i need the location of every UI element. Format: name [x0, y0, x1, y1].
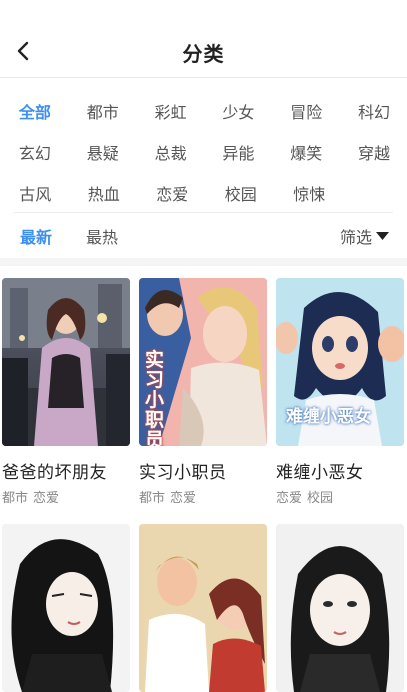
category-comedy[interactable]: 爆笑: [271, 140, 339, 164]
category-row: 古风 热血 恋爱 校园 惊悚: [0, 172, 407, 213]
comic-tags: 都市 恋爱: [139, 487, 267, 506]
header-bar: 分类: [0, 0, 407, 78]
comic-tag: 恋爱: [276, 491, 303, 506]
page-title: 分类: [182, 42, 225, 66]
comic-tag: 校园: [307, 491, 334, 506]
category-scifi[interactable]: 科幻: [339, 99, 407, 123]
comic-tag: 都市: [139, 491, 166, 506]
comic-cover-image: [276, 524, 404, 692]
category-time-travel[interactable]: 穿越: [339, 140, 407, 164]
filter-label: 筛选: [339, 228, 372, 247]
cover-illustration: [276, 524, 404, 692]
comic-title: 难缠小恶女: [276, 463, 364, 483]
comic-cover-image: 难缠小恶女: [276, 278, 404, 446]
comic-card[interactable]: [276, 524, 404, 692]
sort-hottest[interactable]: 最热: [86, 224, 118, 248]
sort-latest[interactable]: 最新: [20, 224, 52, 248]
comic-card[interactable]: [139, 524, 267, 692]
category-row: 玄幻 悬疑 总裁 异能 爆笑 穿越: [0, 131, 407, 172]
category-fantasy[interactable]: 玄幻: [0, 140, 68, 164]
category-adventure[interactable]: 冒险: [271, 99, 339, 123]
filter-button[interactable]: 筛选: [340, 224, 389, 248]
comic-title: 爸爸的坏朋友: [2, 463, 107, 483]
section-separator: [0, 258, 407, 266]
comic-card[interactable]: 实习小职员 实习小职员 都市 恋爱: [139, 278, 267, 506]
category-mystery[interactable]: 悬疑: [68, 140, 136, 164]
cover-illustration: [139, 524, 267, 692]
cover-illustration: [2, 524, 130, 692]
category-campus[interactable]: 校园: [206, 181, 275, 205]
comic-tag: 恋爱: [33, 491, 60, 506]
comic-card[interactable]: [2, 524, 130, 692]
category-urban[interactable]: 都市: [68, 99, 136, 123]
comic-tag: 恋爱: [170, 491, 197, 506]
comic-card[interactable]: 爸爸的坏朋友 都市 恋爱: [2, 278, 130, 506]
divider: [14, 212, 393, 213]
cover-title-text: 难缠小恶女: [286, 407, 371, 427]
category-girl[interactable]: 少女: [203, 99, 271, 123]
cover-title-text: 实习小职员: [145, 349, 165, 446]
comic-tag: 都市: [2, 491, 29, 506]
triangle-down-icon: [376, 232, 389, 240]
category-romance[interactable]: 恋爱: [137, 181, 206, 205]
comic-card[interactable]: 难缠小恶女 难缠小恶女 恋爱 校园: [276, 278, 404, 506]
cover-illustration: [2, 278, 130, 446]
category-action[interactable]: 热血: [69, 181, 138, 205]
comic-cover-image: [2, 524, 130, 692]
comic-tags: 恋爱 校园: [276, 487, 404, 506]
category-row: 全部 都市 彩虹 少女 冒险 科幻: [0, 90, 407, 131]
category-superpower[interactable]: 异能: [203, 140, 271, 164]
comic-cover-image: [139, 524, 267, 692]
category-ceo[interactable]: 总裁: [136, 140, 204, 164]
sort-bar: 最新 最热 筛选: [0, 218, 407, 252]
comic-title: 实习小职员: [139, 463, 227, 483]
category-rainbow[interactable]: 彩虹: [136, 99, 204, 123]
comic-cover-image: 实习小职员: [139, 278, 267, 446]
category-all[interactable]: 全部: [0, 99, 68, 123]
category-ancient[interactable]: 古风: [0, 181, 69, 205]
category-grid: 全部 都市 彩虹 少女 冒险 科幻 玄幻 悬疑 总裁 异能 爆笑 穿越 古风 热…: [0, 90, 407, 213]
comic-cover-image: [2, 278, 130, 446]
category-horror[interactable]: 惊悚: [274, 181, 343, 205]
comic-tags: 都市 恋爱: [2, 487, 130, 506]
